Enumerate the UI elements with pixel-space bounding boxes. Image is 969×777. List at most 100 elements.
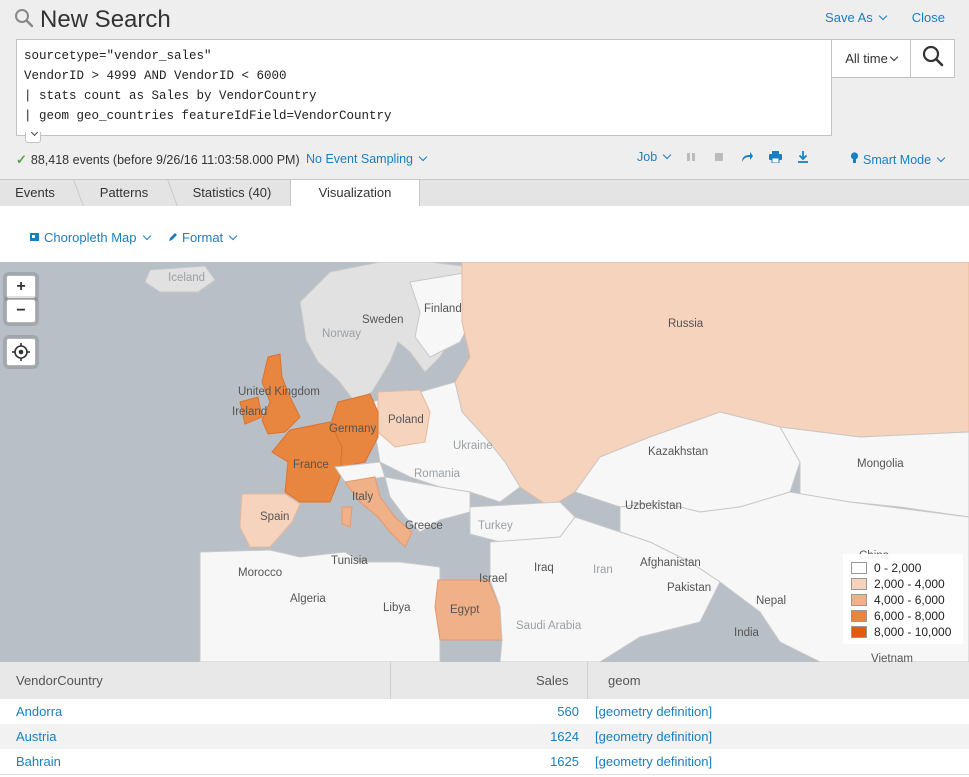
label-libya: Libya — [383, 602, 411, 614]
tab-visualization[interactable]: Visualization — [290, 180, 420, 208]
label-spain: Spain — [260, 511, 290, 523]
legend-swatch — [851, 610, 867, 622]
map-legend: 0 - 2,000 2,000 - 4,000 4,000 - 6,000 6,… — [843, 554, 963, 644]
label-egypt: Egypt — [450, 604, 480, 616]
search-icon — [14, 8, 34, 33]
label-ukraine: Ukraine — [453, 440, 493, 452]
zoom-in-button[interactable]: + — [6, 275, 36, 299]
cell-geom[interactable]: [geometry definition] — [595, 724, 712, 749]
legend-swatch — [851, 578, 867, 590]
label-saudi-arabia: Saudi Arabia — [516, 620, 582, 632]
job-menu[interactable]: Job — [637, 150, 672, 164]
search-header: New Search Save As Close sourcetype="ven… — [0, 0, 969, 180]
cell-sales[interactable]: 1624 — [550, 724, 579, 749]
tab-divider — [167, 180, 178, 206]
cell-vendorcountry[interactable]: Andorra — [16, 699, 62, 724]
cell-vendorcountry[interactable]: Bahrain — [16, 749, 61, 774]
tab-patterns[interactable]: Patterns — [86, 180, 162, 206]
label-united-kingdom: United Kingdom — [238, 386, 320, 398]
label-morocco: Morocco — [238, 567, 283, 579]
column-divider — [390, 662, 391, 699]
format-label: Format — [182, 230, 224, 245]
table-header: VendorCountry Sales geom — [0, 662, 969, 700]
legend-label: 2,000 - 4,000 — [874, 577, 945, 591]
visualization-type-label: Choropleth Map — [44, 230, 137, 245]
legend-swatch — [851, 562, 867, 574]
format-menu[interactable]: Format — [168, 230, 238, 245]
stop-icon[interactable] — [712, 150, 726, 164]
print-icon[interactable] — [768, 150, 782, 164]
chevron-down-icon — [142, 231, 151, 240]
page-title: New Search — [40, 6, 171, 33]
pencil-icon — [168, 230, 178, 245]
cell-sales[interactable]: 1625 — [550, 749, 579, 774]
cell-geom[interactable]: [geometry definition] — [595, 749, 712, 774]
label-poland: Poland — [388, 414, 424, 426]
title-group: New Search — [14, 6, 171, 34]
search-query-text[interactable]: sourcetype="vendor_sales" VendorID > 499… — [17, 40, 831, 132]
chevron-down-icon — [662, 150, 672, 160]
legend-item: 0 - 2,000 — [851, 560, 955, 576]
label-vietnam: Vietnam — [871, 653, 913, 662]
column-header-vendorcountry[interactable]: VendorCountry — [16, 662, 103, 699]
job-status-bar: ✓ 88,418 events (before 9/26/16 11:03:58… — [0, 150, 969, 170]
crosshair-icon — [12, 343, 30, 361]
query-line: VendorID > 4999 AND VendorID < 6000 — [24, 69, 287, 83]
label-india: India — [734, 627, 759, 639]
chevron-down-icon — [878, 11, 887, 20]
label-pakistan: Pakistan — [667, 582, 712, 594]
label-finland: Finland — [424, 303, 462, 315]
legend-label: 4,000 - 6,000 — [874, 593, 945, 607]
results-tabs: Events Patterns Statistics (40) Visualiz… — [0, 179, 969, 208]
label-france: France — [293, 459, 329, 471]
column-header-sales[interactable]: Sales — [536, 662, 569, 699]
legend-label: 6,000 - 8,000 — [874, 609, 945, 623]
cell-geom[interactable]: [geometry definition] — [595, 699, 712, 724]
event-count-text: 88,418 events (before 9/26/16 11:03:58.0… — [30, 153, 300, 167]
chevron-down-icon — [936, 153, 946, 162]
label-greece: Greece — [405, 520, 443, 532]
results-table: VendorCountry Sales geom Andorra 560 [ge… — [0, 662, 969, 777]
legend-label: 8,000 - 10,000 — [874, 625, 952, 639]
save-as-button[interactable]: Save As — [825, 10, 887, 25]
close-button[interactable]: Close — [912, 10, 945, 25]
save-as-label: Save As — [825, 10, 873, 25]
label-turkey: Turkey — [478, 520, 513, 532]
label-nepal: Nepal — [756, 595, 787, 607]
checkmark-icon: ✓ — [16, 152, 27, 167]
pause-icon[interactable] — [684, 150, 698, 164]
cell-vendorcountry[interactable]: Austria — [16, 724, 56, 749]
visualization-type-picker[interactable]: Choropleth Map — [30, 230, 151, 245]
search-query-editor[interactable]: sourcetype="vendor_sales" VendorID > 499… — [16, 39, 832, 143]
lightbulb-icon — [850, 152, 859, 167]
tab-divider — [73, 180, 84, 206]
column-header-geom[interactable]: geom — [608, 662, 641, 699]
query-line: | stats count as Sales by VendorCountry — [24, 89, 317, 103]
recenter-button[interactable] — [6, 338, 36, 366]
choropleth-map[interactable]: Iceland Sweden Finland Norway Russia Uni… — [0, 262, 969, 662]
legend-swatch — [851, 594, 867, 606]
label-italy: Italy — [352, 491, 374, 503]
time-range-picker[interactable]: All time — [831, 39, 911, 78]
zoom-out-button[interactable]: − — [6, 299, 36, 323]
label-mongolia: Mongolia — [857, 458, 904, 470]
country-sardinia — [341, 506, 353, 528]
expand-query-toggle[interactable] — [25, 128, 41, 143]
cell-sales[interactable]: 560 — [557, 699, 579, 724]
query-line: sourcetype="vendor_sales" — [24, 49, 212, 63]
legend-item: 2,000 - 4,000 — [851, 576, 955, 592]
tab-events[interactable]: Events — [0, 180, 70, 206]
share-icon[interactable] — [740, 150, 754, 164]
label-kazakhstan: Kazakhstan — [648, 446, 709, 458]
event-sampling-dropdown[interactable]: No Event Sampling — [306, 152, 428, 166]
map-icon — [30, 230, 40, 245]
label-sweden: Sweden — [362, 314, 404, 326]
export-icon[interactable] — [796, 150, 810, 164]
search-button[interactable] — [910, 39, 955, 78]
search-mode-dropdown[interactable]: Smart Mode — [850, 152, 946, 167]
legend-item: 4,000 - 6,000 — [851, 592, 955, 608]
legend-item: 6,000 - 8,000 — [851, 608, 955, 624]
map-canvas[interactable] — [0, 262, 969, 662]
legend-label: 0 - 2,000 — [874, 561, 922, 575]
tab-statistics[interactable]: Statistics (40) — [180, 180, 284, 206]
